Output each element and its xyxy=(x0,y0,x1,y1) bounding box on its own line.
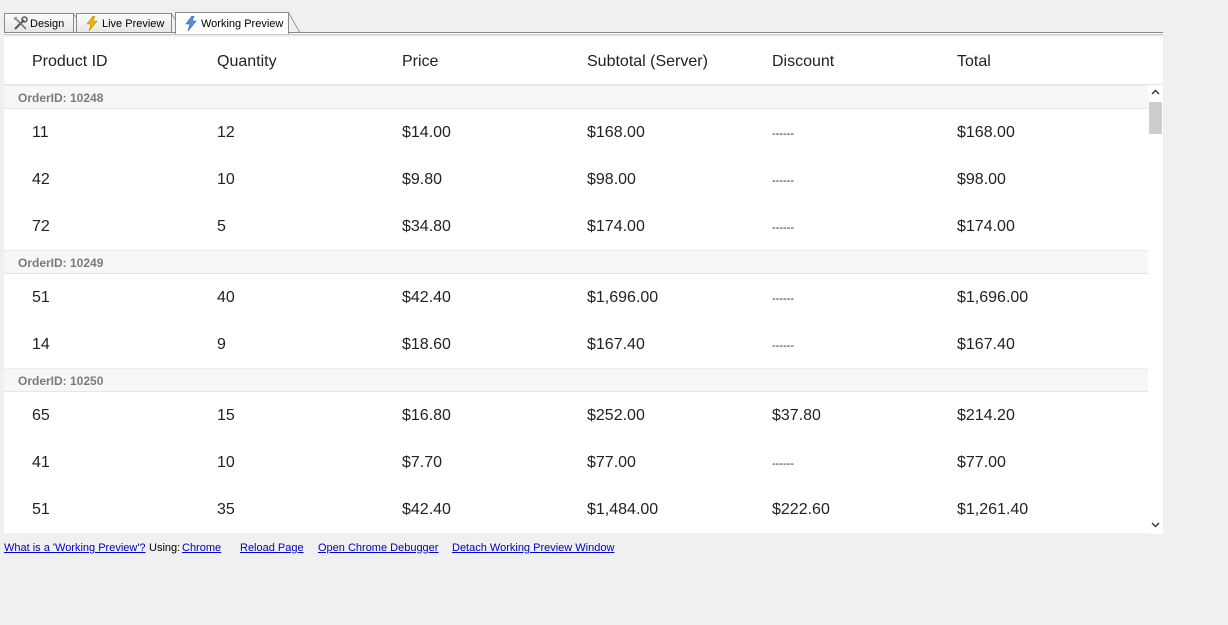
tab-design-label: Design xyxy=(30,17,65,30)
cell-discount: ------ xyxy=(772,458,794,470)
column-header-price[interactable]: Price xyxy=(402,53,438,71)
cell-quantity: 35 xyxy=(217,501,235,518)
tab-live-preview[interactable]: Live Preview xyxy=(76,13,183,33)
column-header-product-id[interactable]: Product ID xyxy=(32,53,108,71)
cell-quantity: 5 xyxy=(217,218,226,235)
cell-discount: $222.60 xyxy=(772,501,830,518)
cell-total: $77.00 xyxy=(957,454,1006,471)
table-row[interactable]: 14 9 $18.60 $167.40 ------ $167.40 xyxy=(4,321,1148,368)
cell-total: $98.00 xyxy=(957,171,1006,188)
cell-subtotal: $167.40 xyxy=(587,336,645,353)
cell-discount: ------ xyxy=(772,222,794,234)
group-label: OrderID: 10248 xyxy=(18,91,104,105)
tab-live-preview-label: Live Preview xyxy=(102,17,165,30)
scroll-up-icon[interactable] xyxy=(1148,87,1163,99)
cell-discount: ------ xyxy=(772,175,794,187)
cell-quantity: 15 xyxy=(217,407,235,424)
cell-price: $34.80 xyxy=(402,218,451,235)
cell-discount: ------ xyxy=(772,293,794,305)
cell-total: $214.20 xyxy=(957,407,1015,424)
cell-total: $1,696.00 xyxy=(957,289,1029,306)
group-label: OrderID: 10249 xyxy=(18,256,104,270)
cell-product-id: 11 xyxy=(32,124,49,141)
cell-product-id: 14 xyxy=(32,336,50,353)
cell-discount: ------ xyxy=(772,340,794,352)
cell-quantity: 10 xyxy=(217,454,235,471)
lightning-blue-icon xyxy=(183,16,199,32)
group-header[interactable]: OrderID: 10248 xyxy=(4,85,1148,109)
column-header-total[interactable]: Total xyxy=(957,53,991,71)
what-is-working-preview-link[interactable]: What is a 'Working Preview'? xyxy=(4,542,146,554)
cell-quantity: 10 xyxy=(217,171,235,188)
tab-design[interactable]: Design xyxy=(4,13,85,33)
group-header[interactable]: OrderID: 10250 xyxy=(4,368,1148,392)
table-row[interactable]: 42 10 $9.80 $98.00 ------ $98.00 xyxy=(4,156,1148,203)
cell-subtotal: $1,696.00 xyxy=(587,289,659,306)
group-label: OrderID: 10250 xyxy=(18,374,104,388)
cell-price: $7.70 xyxy=(402,454,443,471)
table-row[interactable]: 65 15 $16.80 $252.00 $37.80 $214.20 xyxy=(4,392,1148,439)
tools-icon xyxy=(12,16,28,32)
cell-subtotal: $174.00 xyxy=(587,218,645,235)
reload-page-link[interactable]: Reload Page xyxy=(240,542,304,554)
cell-price: $9.80 xyxy=(402,171,443,188)
cell-product-id: 51 xyxy=(32,289,50,306)
column-header-subtotal[interactable]: Subtotal (Server) xyxy=(587,53,708,71)
cell-price: $18.60 xyxy=(402,336,451,353)
using-label: Using: xyxy=(149,542,181,554)
table-row[interactable]: 51 35 $42.40 $1,484.00 $222.60 $1,261.40 xyxy=(4,486,1148,533)
cell-total: $174.00 xyxy=(957,218,1015,235)
lightning-icon xyxy=(84,16,100,32)
browser-chrome-link[interactable]: Chrome xyxy=(182,542,221,554)
grid-header: Product ID Quantity Price Subtotal (Serv… xyxy=(4,37,1163,85)
cell-product-id: 42 xyxy=(32,171,50,188)
cell-subtotal: $252.00 xyxy=(587,407,645,424)
column-header-quantity[interactable]: Quantity xyxy=(217,53,277,71)
cell-price: $14.00 xyxy=(402,124,451,141)
tab-working-preview[interactable]: Working Preview xyxy=(175,12,300,34)
cell-quantity: 12 xyxy=(217,124,235,141)
table-row[interactable]: 51 40 $42.40 $1,696.00 ------ $1,696.00 xyxy=(4,274,1148,321)
cell-total: $167.40 xyxy=(957,336,1015,353)
cell-product-id: 51 xyxy=(32,501,50,518)
scrollbar-thumb[interactable] xyxy=(1149,102,1162,134)
scroll-down-icon[interactable] xyxy=(1148,520,1163,532)
table-row[interactable]: 11 12 $14.00 $168.00 ------ $168.00 xyxy=(4,109,1148,156)
cell-total: $1,261.40 xyxy=(957,501,1029,518)
cell-price: $16.80 xyxy=(402,407,451,424)
table-row[interactable]: 41 10 $7.70 $77.00 ------ $77.00 xyxy=(4,439,1148,486)
cell-product-id: 72 xyxy=(32,218,50,235)
cell-quantity: 40 xyxy=(217,289,235,306)
vertical-scrollbar[interactable] xyxy=(1148,85,1163,534)
grid-body: OrderID: 10248 11 12 $14.00 $168.00 ----… xyxy=(4,85,1148,533)
tab-working-preview-label: Working Preview xyxy=(201,17,284,30)
cell-total: $168.00 xyxy=(957,124,1015,141)
cell-quantity: 9 xyxy=(217,336,226,353)
working-preview-panel: Product ID Quantity Price Subtotal (Serv… xyxy=(4,37,1163,533)
cell-price: $42.40 xyxy=(402,501,451,518)
cell-discount: $37.80 xyxy=(772,407,821,424)
cell-price: $42.40 xyxy=(402,289,451,306)
cell-discount: ------ xyxy=(772,128,794,140)
table-row[interactable]: 72 5 $34.80 $174.00 ------ $174.00 xyxy=(4,203,1148,250)
group-header[interactable]: OrderID: 10249 xyxy=(4,250,1148,274)
cell-subtotal: $77.00 xyxy=(587,454,636,471)
detach-window-link[interactable]: Detach Working Preview Window xyxy=(452,542,614,554)
preview-tab-bar: Design Live Preview Working Preview xyxy=(0,0,1163,36)
cell-subtotal: $98.00 xyxy=(587,171,636,188)
cell-product-id: 41 xyxy=(32,454,50,471)
cell-product-id: 65 xyxy=(32,407,50,424)
column-header-discount[interactable]: Discount xyxy=(772,53,834,71)
cell-subtotal: $168.00 xyxy=(587,124,645,141)
cell-subtotal: $1,484.00 xyxy=(587,501,659,518)
open-debugger-link[interactable]: Open Chrome Debugger xyxy=(318,542,438,554)
